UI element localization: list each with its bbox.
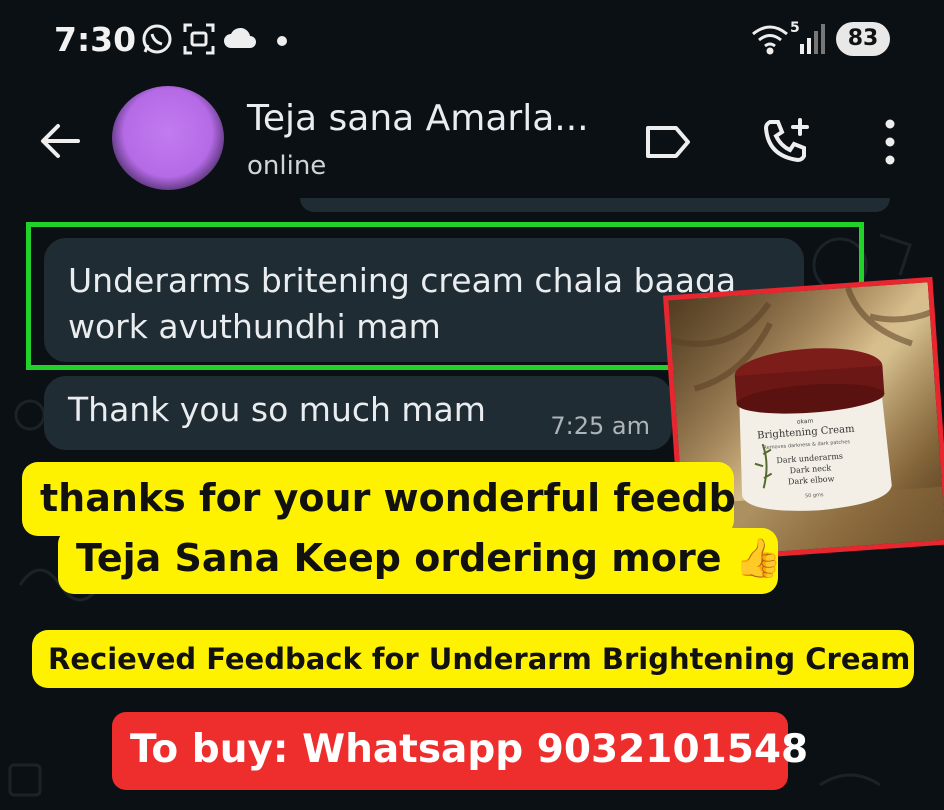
thanks-callout-line2: Teja Sana Keep ordering more 👍 — [58, 528, 782, 594]
message-time: 7:25 am — [550, 412, 650, 440]
phone-plus-icon — [763, 118, 809, 163]
chat-header: Teja sana Amarla... online — [0, 78, 944, 205]
whatsapp-notification-icon — [140, 22, 174, 60]
add-call-button[interactable] — [760, 116, 812, 168]
battery-indicator: 83 — [836, 22, 890, 56]
more-options-button[interactable] — [864, 116, 916, 168]
previous-message-edge — [300, 198, 890, 212]
back-button[interactable] — [36, 116, 86, 166]
arrow-left-icon — [41, 124, 80, 158]
notification-dot-icon — [276, 32, 288, 51]
status-bar: 7:30 5 83 — [0, 0, 944, 78]
status-time: 7:30 — [54, 20, 137, 59]
svg-text:okam: okam — [797, 418, 814, 426]
avatar[interactable] — [112, 86, 224, 190]
kebab-menu-icon — [885, 119, 895, 165]
thanks-callout-line1: thanks for your wonderful feedb — [22, 462, 736, 536]
contact-status: online — [247, 151, 327, 181]
feedback-banner: Recieved Feedback for Underarm Brighteni… — [32, 630, 914, 688]
message-bubble[interactable]: Thank you so much mam 7:25 am — [44, 376, 672, 450]
contact-name[interactable]: Teja sana Amarla... — [247, 98, 589, 139]
message-text: Thank you so much mam — [68, 390, 486, 429]
signal-icon — [798, 22, 826, 60]
wifi-icon — [750, 22, 790, 60]
label-tag-icon — [646, 126, 690, 158]
buy-whatsapp-banner: To buy: Whatsapp 9032101548 — [112, 712, 808, 790]
screenshot-icon — [182, 22, 216, 60]
cloud-icon — [222, 22, 258, 60]
label-button[interactable] — [642, 116, 694, 168]
